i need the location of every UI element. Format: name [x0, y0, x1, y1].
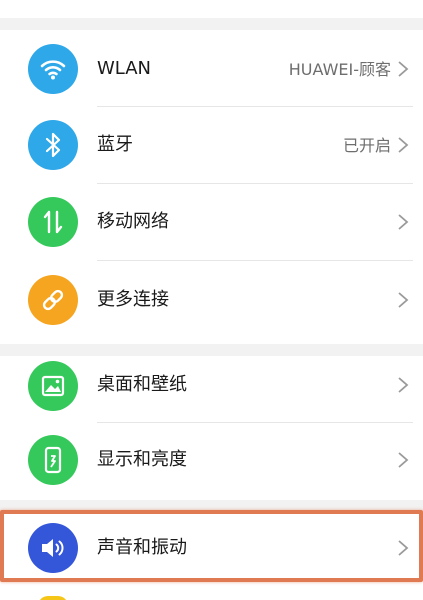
phone-display-icon — [28, 435, 78, 485]
settings-item-wlan[interactable]: WLAN HUAWEI-顾客 — [0, 30, 423, 108]
wlan-network-name: HUAWEI-顾客 — [288, 60, 391, 79]
chevron-right-icon — [398, 292, 409, 308]
settings-item-mobile-network[interactable]: 移动网络 — [0, 184, 423, 261]
chevron-right-icon — [398, 137, 409, 153]
mobile-network-icon — [28, 197, 78, 247]
wifi-icon — [28, 44, 78, 94]
settings-item-display-brightness[interactable]: 显示和亮度 — [0, 423, 423, 500]
settings-item-desktop-wallpaper[interactable]: 桌面和壁纸 — [0, 356, 423, 422]
settings-item-more-connections[interactable]: 更多连接 — [0, 261, 423, 344]
top-card-fragment — [0, 0, 423, 18]
settings-item-bluetooth[interactable]: 蓝牙 已开启 — [0, 107, 423, 184]
display-settings-group: 桌面和壁纸 显示和亮度 — [0, 356, 423, 500]
chevron-right-icon — [398, 452, 409, 468]
next-item-icon-partial — [38, 596, 68, 600]
chevron-right-icon — [398, 377, 409, 393]
settings-item-label: 蓝牙 — [97, 134, 133, 155]
settings-item-label: 显示和亮度 — [97, 449, 187, 470]
link-icon — [28, 275, 78, 325]
settings-item-label: 更多连接 — [97, 289, 169, 310]
highlight-frame — [0, 510, 423, 582]
settings-item-label: 移动网络 — [97, 211, 169, 232]
bluetooth-icon — [28, 120, 78, 170]
bluetooth-status: 已开启 — [342, 136, 391, 155]
image-icon — [28, 361, 78, 411]
chevron-right-icon — [398, 61, 409, 77]
settings-item-label: 桌面和壁纸 — [97, 374, 187, 395]
network-settings-group: WLAN HUAWEI-顾客 蓝牙 已开启 移动网络 更多连接 — [0, 30, 423, 344]
settings-item-label: WLAN — [97, 58, 152, 79]
chevron-right-icon — [398, 214, 409, 230]
